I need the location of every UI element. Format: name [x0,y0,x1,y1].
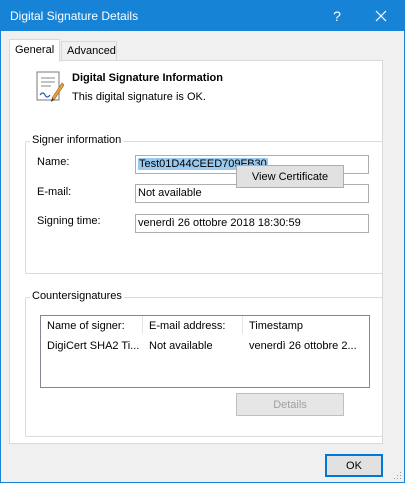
signer-info-group: Signer information Name: Test01D44CEED70… [25,134,383,274]
email-label: E-mail: [37,186,72,198]
countersignatures-group-label: Countersignatures [30,290,124,302]
tab-general[interactable]: General [9,39,60,62]
email-value: Not available [138,187,202,199]
signing-time-field[interactable]: venerdì 26 ottobre 2018 18:30:59 [135,214,369,233]
tab-general-label: General [15,44,55,56]
signature-status-text: This digital signature is OK. [72,91,206,103]
name-label: Name: [37,156,70,168]
signing-time-label: Signing time: [37,215,101,227]
window-title: Digital Signature Details [10,9,139,23]
tab-advanced[interactable]: Advanced [61,41,117,61]
row-signer-name: DigiCert SHA2 Ti... [47,340,140,352]
column-header-timestamp[interactable]: Timestamp [243,316,369,334]
ok-button[interactable]: OK [325,454,383,477]
countersignatures-list[interactable]: Name of signer: E-mail address: Timestam… [40,315,370,388]
signing-time-value: venerdì 26 ottobre 2018 18:30:59 [138,217,301,229]
list-row[interactable]: DigiCert SHA2 Ti... Not available venerd… [41,336,369,354]
close-button[interactable] [359,1,403,31]
certificate-document-icon [36,71,64,102]
column-header-email[interactable]: E-mail address: [143,316,243,334]
details-button[interactable]: Details [236,393,344,416]
dialog-window: Digital Signature Details ? General Adva… [0,0,405,483]
close-icon [375,10,387,22]
view-certificate-button[interactable]: View Certificate [236,165,344,188]
title-bar[interactable]: Digital Signature Details ? [1,1,404,31]
list-header: Name of signer: E-mail address: Timestam… [41,316,369,334]
row-email: Not available [149,340,213,352]
help-icon: ? [333,8,341,24]
column-header-name[interactable]: Name of signer: [41,316,143,334]
countersignatures-group: Countersignatures Name of signer: E-mail… [25,290,383,437]
tab-advanced-label: Advanced [67,45,116,57]
row-timestamp: venerdì 26 ottobre 2... [249,340,357,352]
resize-grip-icon[interactable] [392,470,402,480]
signer-group-label: Signer information [30,134,124,146]
help-button[interactable]: ? [315,1,359,31]
signature-info-title: Digital Signature Information [72,72,223,84]
general-panel: Digital Signature Information This digit… [9,60,383,444]
